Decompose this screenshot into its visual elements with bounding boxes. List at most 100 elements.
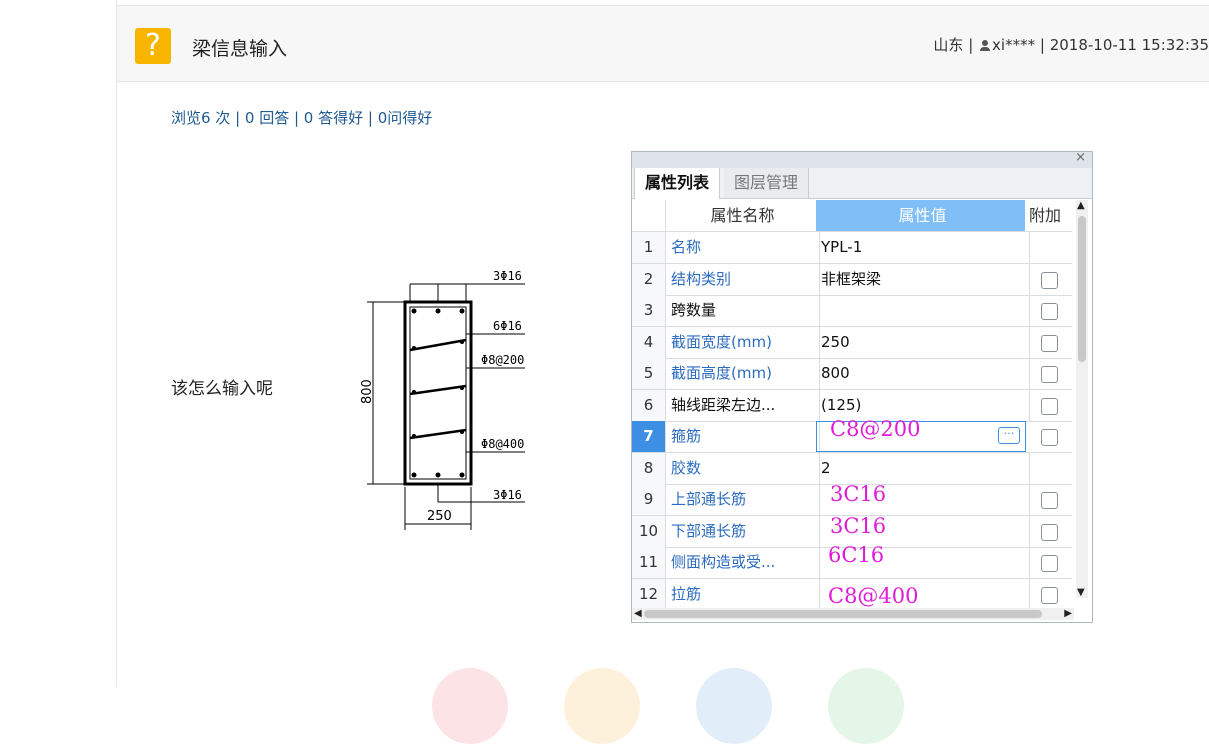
property-extra	[1025, 264, 1072, 295]
location: 山东	[933, 36, 964, 54]
favorite-button[interactable]	[564, 668, 640, 744]
extra-checkbox[interactable]	[1041, 303, 1058, 320]
question-meta: 山东 | xi**** | 2018-10-11 15:32:35	[933, 36, 1209, 54]
col-header-name: 属性名称	[666, 200, 820, 231]
handwritten-bottom-bar: 3C16	[830, 514, 887, 538]
property-name[interactable]: 名称	[666, 232, 820, 263]
property-name[interactable]: 侧面构造或受...	[666, 547, 820, 578]
property-value[interactable]	[816, 295, 1030, 326]
property-name[interactable]: 截面宽度(mm)	[666, 326, 820, 358]
property-extra	[1025, 484, 1072, 515]
question-text: 该怎么输入呢	[171, 379, 273, 399]
ellipsis-button[interactable]: ···	[998, 427, 1020, 444]
property-value[interactable]: 非框架梁	[816, 263, 1030, 295]
extra-checkbox[interactable]	[1041, 429, 1058, 446]
property-extra	[1025, 516, 1072, 547]
row-number: 11	[632, 547, 666, 578]
scroll-left-icon[interactable]: ◀	[634, 608, 642, 619]
post-datetime: 2018-10-11 15:32:35	[1049, 36, 1209, 54]
property-extra	[1025, 547, 1072, 578]
property-row[interactable]: 1 名称 YPL-1	[632, 232, 1072, 264]
property-name[interactable]: 跨数量	[666, 295, 820, 326]
property-value[interactable]: (125)	[816, 389, 1030, 421]
row-number: 5	[632, 358, 666, 389]
label-width: 250	[427, 509, 452, 524]
row-number: 10	[632, 515, 666, 547]
extra-checkbox[interactable]	[1041, 271, 1058, 289]
label-top-bar: 3Φ16	[493, 269, 522, 283]
property-extra	[1025, 232, 1072, 263]
property-name[interactable]: 箍筋	[666, 421, 820, 452]
handwritten-top-bar: 3C16	[830, 482, 887, 506]
handwritten-side-bar: 6C16	[828, 543, 885, 567]
row-number: 3	[632, 295, 666, 326]
property-row[interactable]: 5 截面高度(mm) 800	[632, 358, 1072, 390]
property-extra	[1025, 421, 1072, 452]
tab-layer-manage[interactable]: 图层管理	[724, 168, 810, 198]
property-name[interactable]: 下部通长筋	[666, 515, 820, 547]
row-number: 7	[632, 421, 666, 452]
vertical-scrollbar[interactable]: ▲ ▼	[1076, 200, 1088, 598]
beam-section-drawing: 3Φ16 6Φ16 Φ8@200 Φ8@400 3Φ16 800 250	[360, 269, 525, 530]
label-side-bar: 6Φ16	[493, 319, 522, 333]
horizontal-scrollbar[interactable]: ◀ ▶	[632, 608, 1074, 620]
scroll-up-icon[interactable]: ▲	[1077, 200, 1085, 211]
close-icon[interactable]: ×	[1075, 150, 1086, 165]
property-panel: × 属性列表 图层管理 属性名称 属性值 附加 1 名称 YPL-1 2 结构类别 非框架…	[631, 150, 1093, 623]
property-value[interactable]: YPL-1	[816, 232, 1030, 263]
property-name[interactable]: 截面高度(mm)	[666, 358, 820, 389]
handwritten-stirrup: C8@200	[830, 417, 921, 441]
row-number: 9	[632, 484, 666, 515]
user-name[interactable]: xi****	[992, 36, 1035, 54]
extra-checkbox[interactable]	[1041, 334, 1058, 352]
property-name[interactable]: 拉筋	[666, 578, 820, 610]
property-row[interactable]: 4 截面宽度(mm) 250	[632, 326, 1072, 359]
extra-checkbox[interactable]	[1041, 492, 1058, 509]
row-number: 1	[632, 232, 666, 263]
row-number: 8	[632, 452, 666, 484]
answer-button[interactable]	[828, 668, 904, 744]
label-stirrup-bottom: Φ8@400	[481, 437, 524, 451]
property-row[interactable]: 2 结构类别 非框架梁	[632, 263, 1072, 296]
property-value[interactable]: 800	[816, 358, 1030, 389]
property-value[interactable]: 2	[816, 452, 1030, 484]
property-name[interactable]: 结构类别	[666, 263, 820, 295]
grid-header: 属性名称 属性值 附加	[632, 200, 1076, 232]
row-number: 6	[632, 389, 666, 421]
row-number: 12	[632, 578, 666, 610]
property-extra	[1025, 327, 1072, 358]
share-button[interactable]	[696, 668, 772, 744]
extra-checkbox[interactable]	[1041, 397, 1058, 415]
property-row[interactable]: 3 跨数量	[632, 295, 1072, 327]
row-number: 4	[632, 326, 666, 358]
col-header-extra: 附加	[1025, 200, 1076, 231]
extra-checkbox[interactable]	[1041, 586, 1058, 604]
user-icon	[980, 40, 991, 51]
page-title: 梁信息输入	[192, 38, 288, 60]
extra-checkbox[interactable]	[1041, 366, 1058, 383]
extra-checkbox[interactable]	[1041, 523, 1058, 541]
property-extra	[1025, 453, 1072, 484]
property-name[interactable]: 轴线距梁左边...	[666, 389, 820, 421]
property-extra	[1025, 295, 1072, 326]
label-height: 800	[360, 379, 375, 404]
panel-tabs: 属性列表 图层管理	[632, 168, 1092, 199]
scroll-down-icon[interactable]: ▼	[1077, 587, 1085, 598]
property-name[interactable]: 上部通长筋	[666, 484, 820, 515]
property-extra	[1025, 390, 1072, 421]
like-button[interactable]	[432, 668, 508, 744]
col-header-value: 属性值	[816, 200, 1030, 231]
tab-property-list[interactable]: 属性列表	[634, 168, 721, 199]
scroll-right-icon[interactable]: ▶	[1064, 608, 1072, 619]
property-name[interactable]: 胶数	[666, 452, 820, 484]
property-extra	[1025, 358, 1072, 389]
property-value[interactable]: 250	[816, 326, 1030, 358]
row-number: 2	[632, 263, 666, 295]
handwritten-tie-bar: C8@400	[828, 584, 919, 608]
extra-checkbox[interactable]	[1041, 555, 1058, 572]
label-stirrup-top: Φ8@200	[481, 353, 524, 367]
question-header: ? 梁信息输入 山东 | xi**** | 2018-10-11 15:32:3…	[117, 5, 1209, 82]
panel-titlebar: ×	[632, 150, 1092, 168]
label-bottom-bar: 3Φ16	[493, 488, 522, 502]
property-row[interactable]: 8 胶数 2	[632, 452, 1072, 485]
